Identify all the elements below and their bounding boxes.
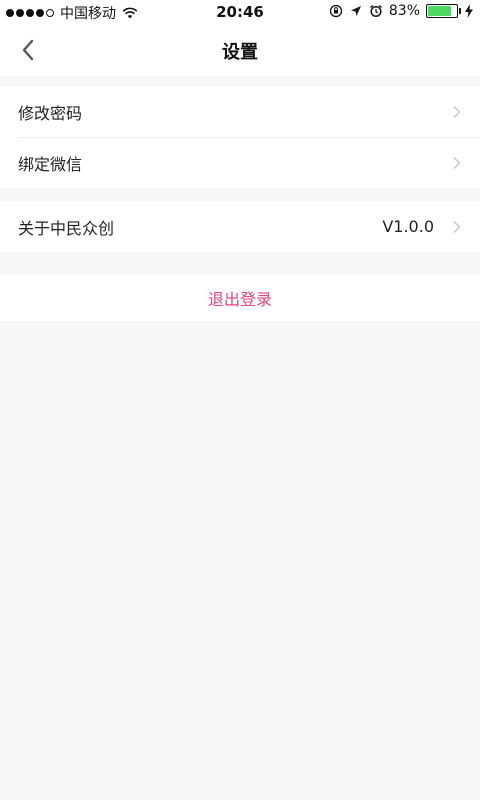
battery-icon (426, 4, 461, 18)
bind-wechat-row[interactable]: 绑定微信 (0, 137, 480, 188)
battery-tip (459, 8, 461, 14)
location-icon (350, 6, 361, 16)
status-bar: 中国移动 20:46 83% (0, 0, 480, 24)
app-version: V1.0.0 (382, 217, 434, 236)
chevron-right-icon (453, 105, 461, 118)
charging-bolt-icon (465, 4, 473, 18)
alarm-icon (369, 4, 382, 18)
about-app-label: 关于中民众创 (18, 218, 115, 238)
chevron-right-icon (453, 220, 461, 233)
logout-label: 退出登录 (207, 290, 272, 309)
change-password-label: 修改密码 (18, 103, 83, 123)
battery-fill (428, 6, 451, 16)
page-title: 设置 (222, 42, 258, 63)
about-app-row[interactable]: 关于中民众创 V1.0.0 (0, 201, 480, 252)
settings-group-about: 关于中民众创 V1.0.0 (0, 201, 480, 252)
status-right: 83% (329, 3, 474, 19)
bind-wechat-label: 绑定微信 (18, 154, 83, 174)
logout-button[interactable]: 退出登录 (0, 275, 480, 321)
battery-percentage: 83% (388, 3, 420, 19)
orientation-lock-icon (329, 4, 343, 18)
chevron-right-icon (453, 156, 461, 169)
settings-group-account: 修改密码 绑定微信 (0, 86, 480, 188)
navigation-bar: 设置 (0, 24, 480, 76)
change-password-row[interactable]: 修改密码 (0, 86, 480, 137)
